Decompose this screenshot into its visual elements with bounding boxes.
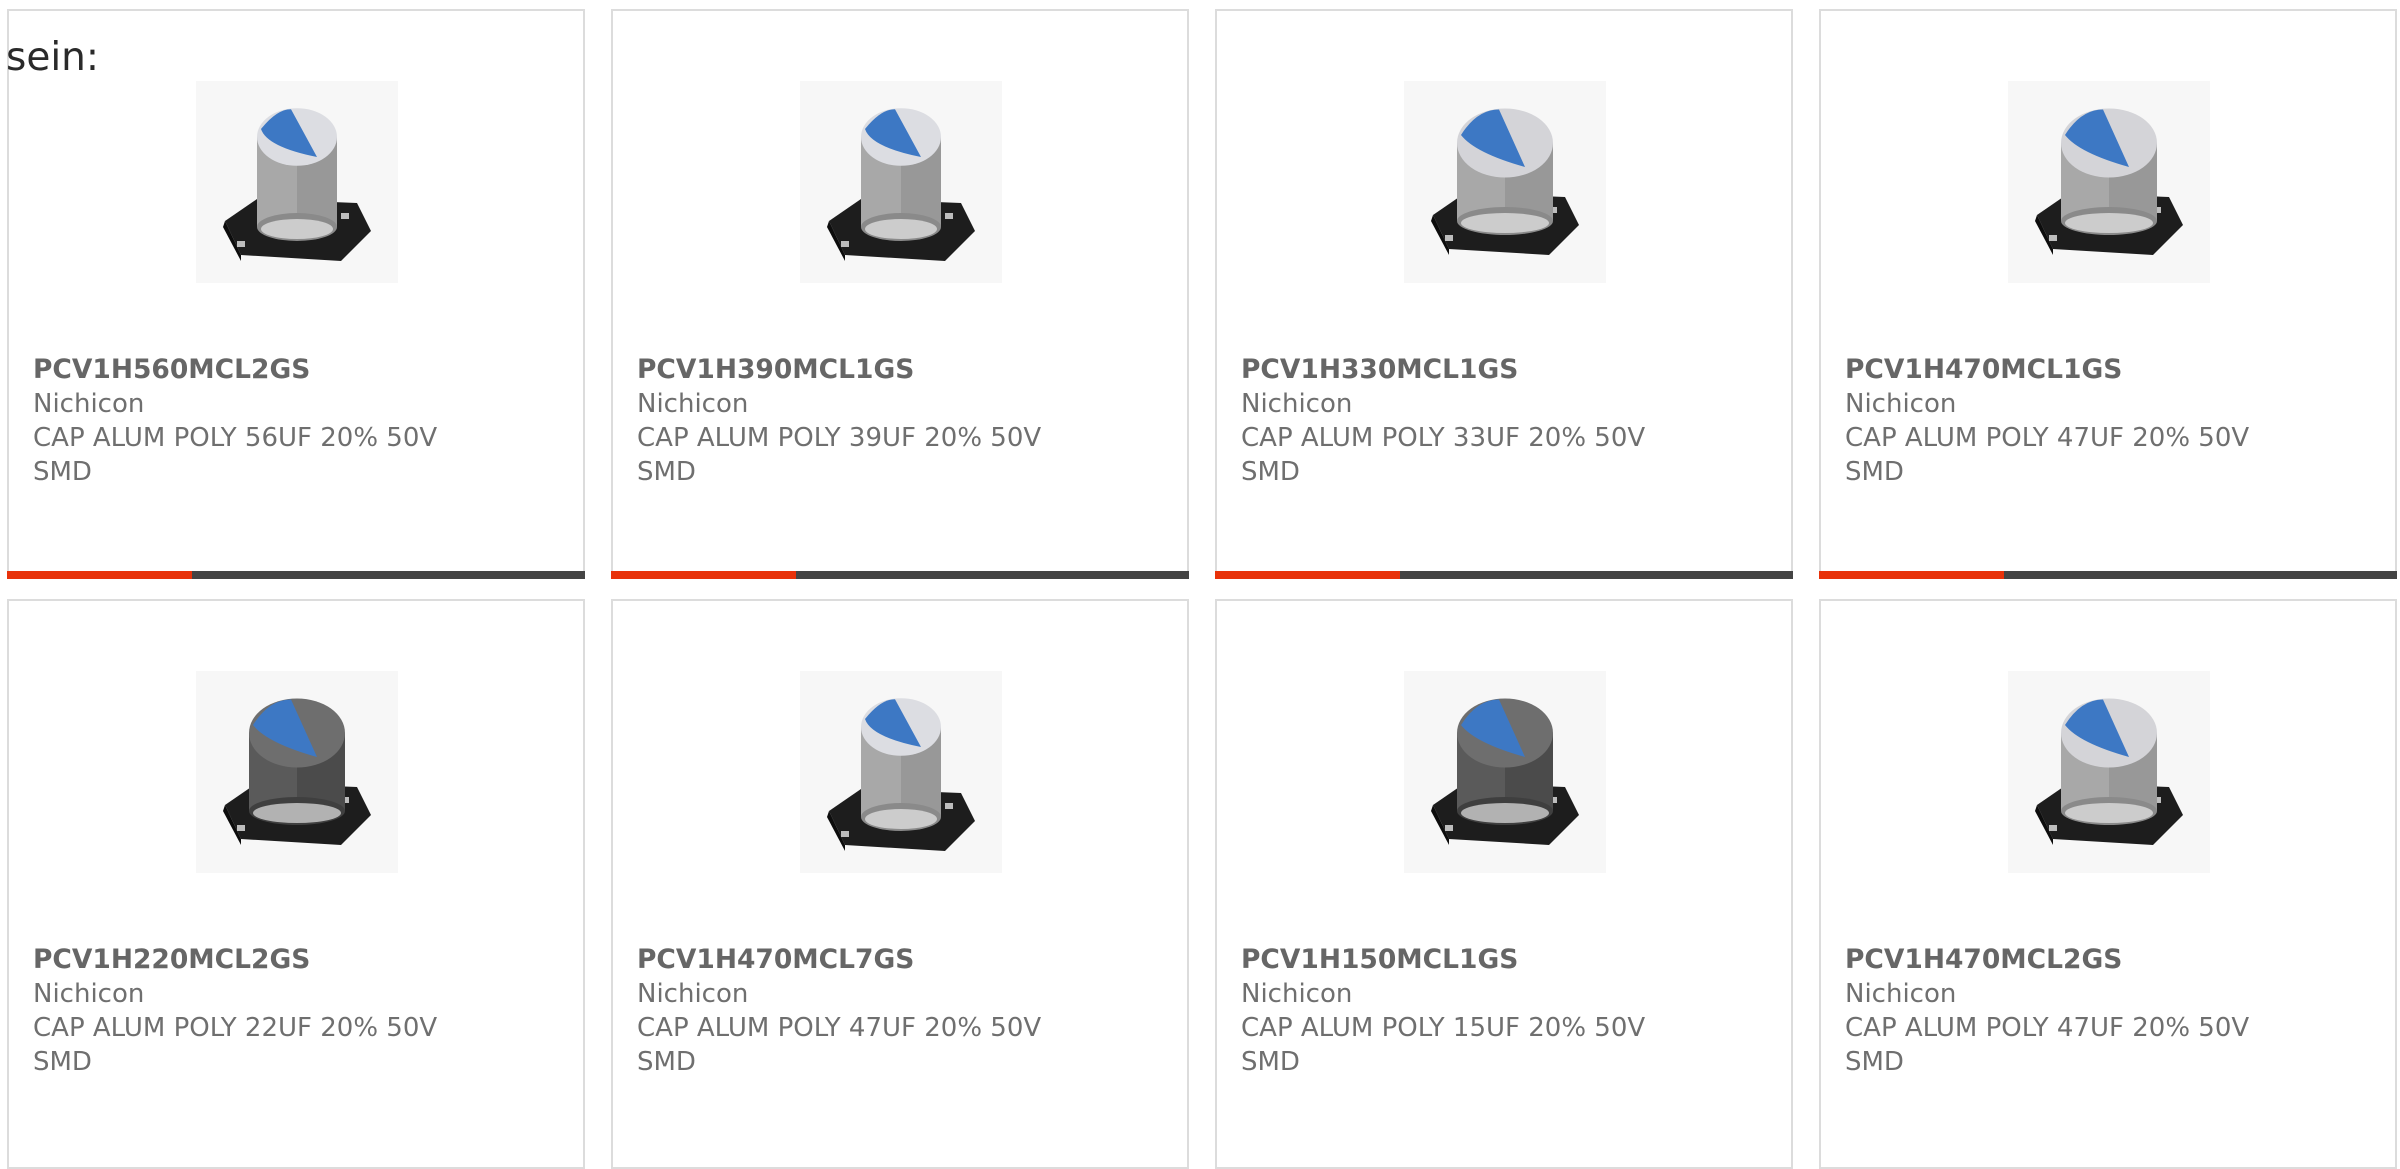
progress-fill (1215, 571, 1400, 579)
part-number[interactable]: PCV1H330MCL1GS (1241, 353, 1701, 387)
description: CAP ALUM POLY 47UF 20% 50V SMD (1845, 423, 2250, 487)
part-number[interactable]: PCV1H470MCL7GS (637, 943, 1097, 977)
progress-bar (611, 571, 1189, 579)
capacitor-wide-icon (1404, 81, 1606, 283)
part-number[interactable]: PCV1H470MCL2GS (1845, 943, 2305, 977)
description: CAP ALUM POLY 15UF 20% 50V SMD (1241, 1013, 1646, 1077)
capacitor-dark-icon (196, 671, 398, 873)
description: CAP ALUM POLY 22UF 20% 50V SMD (33, 1013, 438, 1077)
manufacturer: Nichicon (637, 389, 749, 419)
part-number[interactable]: PCV1H560MCL2GS (33, 353, 493, 387)
description: CAP ALUM POLY 39UF 20% 50V SMD (637, 423, 1042, 487)
product-card[interactable]: PCV1H220MCL2GS Nichicon CAP ALUM POLY 22… (7, 599, 585, 1169)
capacitor-light-icon (800, 671, 1002, 873)
progress-bar (1819, 571, 2397, 579)
product-card[interactable]: PCV1H470MCL1GS Nichicon CAP ALUM POLY 47… (1819, 9, 2397, 579)
part-number[interactable]: PCV1H470MCL1GS (1845, 353, 2305, 387)
product-card[interactable]: PCV1H390MCL1GS Nichicon CAP ALUM POLY 39… (611, 9, 1189, 579)
capacitor-wide-icon (2008, 81, 2210, 283)
manufacturer: Nichicon (33, 979, 145, 1009)
product-card[interactable]: PCV1H150MCL1GS Nichicon CAP ALUM POLY 15… (1215, 599, 1793, 1169)
progress-fill (7, 571, 192, 579)
capacitor-light-icon (196, 81, 398, 283)
progress-fill (611, 571, 796, 579)
product-card[interactable]: PCV1H560MCL2GS Nichicon CAP ALUM POLY 56… (7, 9, 585, 579)
progress-bar (1215, 571, 1793, 579)
description: CAP ALUM POLY 56UF 20% 50V SMD (33, 423, 438, 487)
progress-fill (1819, 571, 2004, 579)
progress-bar (7, 571, 585, 579)
manufacturer: Nichicon (1845, 389, 1957, 419)
capacitor-wide-icon (2008, 671, 2210, 873)
description: CAP ALUM POLY 47UF 20% 50V SMD (637, 1013, 1042, 1077)
product-card[interactable]: PCV1H470MCL2GS Nichicon CAP ALUM POLY 47… (1819, 599, 2397, 1169)
capacitor-dark-icon (1404, 671, 1606, 873)
manufacturer: Nichicon (33, 389, 145, 419)
part-number[interactable]: PCV1H150MCL1GS (1241, 943, 1701, 977)
intro-text: sein: (6, 35, 100, 80)
manufacturer: Nichicon (637, 979, 749, 1009)
product-card[interactable]: PCV1H330MCL1GS Nichicon CAP ALUM POLY 33… (1215, 9, 1793, 579)
description: CAP ALUM POLY 47UF 20% 50V SMD (1845, 1013, 2250, 1077)
part-number[interactable]: PCV1H390MCL1GS (637, 353, 1097, 387)
manufacturer: Nichicon (1241, 389, 1353, 419)
description: CAP ALUM POLY 33UF 20% 50V SMD (1241, 423, 1646, 487)
product-card[interactable]: PCV1H470MCL7GS Nichicon CAP ALUM POLY 47… (611, 599, 1189, 1169)
part-number[interactable]: PCV1H220MCL2GS (33, 943, 493, 977)
manufacturer: Nichicon (1845, 979, 1957, 1009)
capacitor-light-icon (800, 81, 1002, 283)
manufacturer: Nichicon (1241, 979, 1353, 1009)
